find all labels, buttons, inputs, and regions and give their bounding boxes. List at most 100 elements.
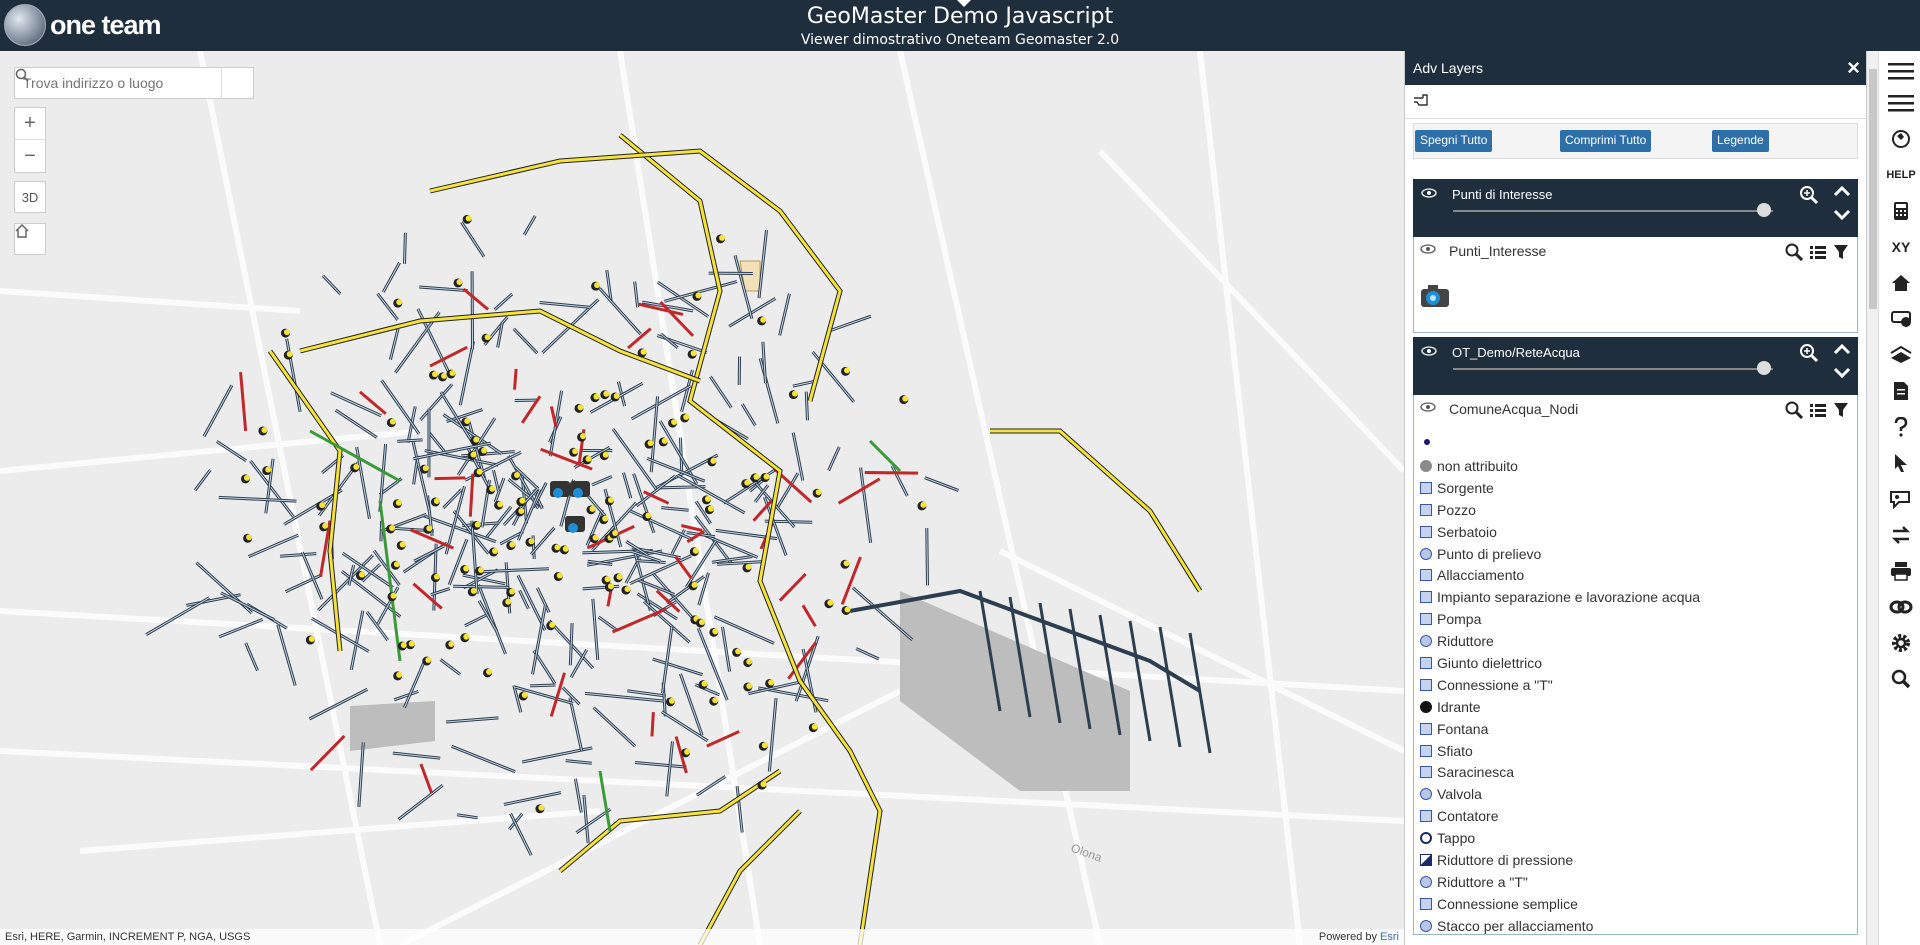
legend-item: Tappo [1414, 827, 1857, 849]
water-node-fill [432, 371, 439, 378]
help-button[interactable]: HELP [1886, 161, 1915, 189]
water-node-fill [690, 350, 697, 357]
legende-button[interactable]: Legende [1712, 130, 1769, 152]
opacity-slider-handle[interactable] [1757, 361, 1771, 375]
water-node-fill [753, 473, 760, 480]
legend-symbol-icon [1420, 766, 1432, 779]
water-node-fill [492, 548, 499, 555]
water-node-fill [261, 426, 268, 433]
map-canvas[interactable]: Olona [0, 51, 1404, 945]
legend-symbol-icon [1420, 569, 1432, 582]
water-node-fill [768, 679, 775, 686]
attribute-table-icon[interactable] [1809, 401, 1827, 419]
water-node-fill [481, 447, 488, 454]
close-panel-button[interactable]: × [1847, 55, 1860, 81]
trunk-main [619, 133, 882, 945]
zoom-to-layer-icon[interactable] [1785, 243, 1803, 261]
zoom-in-button[interactable]: + [15, 108, 45, 140]
settings-gear-icon[interactable] [1887, 629, 1915, 657]
question-icon[interactable] [1887, 413, 1915, 441]
zoom-to-layer-icon[interactable] [1799, 185, 1819, 205]
water-pipe-core [194, 469, 211, 491]
toggle-3d-button[interactable]: 3D [14, 181, 46, 213]
filter-icon[interactable] [1833, 401, 1849, 419]
water-pipe [1158, 626, 1182, 748]
filter-icon[interactable] [1833, 243, 1849, 261]
opacity-slider-handle[interactable] [1757, 203, 1771, 217]
annotation-icon[interactable] [1887, 485, 1915, 513]
pointer-icon[interactable] [1887, 449, 1915, 477]
layer-comuneacqua-nodi: ComuneAcqua_Nodi non attribuito Sorgente P… [1413, 395, 1858, 935]
camera-icon [1421, 285, 1449, 307]
link-icon[interactable] [1887, 593, 1915, 621]
water-node-fill [283, 329, 290, 336]
printer-icon[interactable] [1887, 557, 1915, 585]
pointing-hand-icon[interactable] [1413, 93, 1431, 107]
legend-item: Punto di prelievo [1414, 543, 1857, 565]
water-pipe-core [403, 658, 427, 708]
search-button[interactable] [15, 68, 253, 98]
water-pipe-core [592, 598, 599, 660]
layers-list-icon[interactable] [1887, 89, 1915, 117]
search-input[interactable] [15, 68, 221, 98]
water-node-fill [612, 530, 619, 537]
document-icon[interactable] [1887, 377, 1915, 405]
chevron-up-icon[interactable] [1833, 185, 1851, 197]
legend-item: Giunto dielettrico [1414, 652, 1857, 674]
xy-coordinates-button[interactable]: XY [1887, 233, 1915, 261]
layer-group-punti: Punti di Interesse [1413, 179, 1858, 237]
legend-label: Saracinesca [1437, 764, 1515, 781]
background-road [897, 51, 1103, 945]
map-attribution: Esri, HERE, Garmin, INCREMENT P, NGA, US… [0, 929, 1404, 945]
legend-item: Riduttore a "T" [1414, 871, 1857, 893]
group-name: OT_Demo/ReteAcqua [1452, 345, 1580, 360]
swap-icon[interactable] [1887, 521, 1915, 549]
zoom-to-layer-icon[interactable] [1785, 401, 1803, 419]
home-button[interactable] [14, 223, 46, 255]
water-node-fill [538, 804, 545, 811]
water-node-fill [843, 560, 850, 567]
layers-stack-icon[interactable] [1887, 341, 1915, 369]
print-layout-icon[interactable] [1887, 305, 1915, 333]
search-icon[interactable] [1887, 665, 1915, 693]
home-icon[interactable] [1887, 269, 1915, 297]
spegni-tutto-button[interactable]: Spegni Tutto [1415, 130, 1493, 152]
water-node-fill [701, 680, 708, 687]
attribute-table-icon[interactable] [1809, 243, 1827, 261]
globe-pin-icon[interactable] [1887, 125, 1915, 153]
water-node-fill [441, 372, 448, 379]
legend-label: Contatore [1437, 808, 1499, 825]
opacity-slider[interactable] [1453, 210, 1773, 212]
water-node-fill [476, 468, 483, 475]
chevron-up-icon[interactable] [1833, 343, 1851, 355]
opacity-slider[interactable] [1453, 368, 1773, 370]
group-name: Punti di Interesse [1452, 187, 1553, 202]
address-search[interactable] [14, 67, 254, 99]
legend-list: non attribuito Sorgente Pozzo Serbatoio Punt… [1414, 455, 1857, 934]
water-pipe [1128, 620, 1152, 742]
zoom-out-button[interactable]: − [15, 140, 45, 172]
eye-icon[interactable] [1420, 401, 1436, 413]
eye-icon[interactable] [1420, 243, 1436, 255]
menu-icon[interactable] [1887, 57, 1915, 85]
water-pipe-core [661, 711, 708, 742]
water-node-fill [243, 474, 250, 481]
water-node-fill [463, 633, 470, 640]
chevron-down-icon[interactable] [1833, 209, 1851, 221]
calculator-icon[interactable] [1887, 197, 1915, 225]
zoom-to-layer-icon[interactable] [1799, 343, 1819, 363]
esri-link[interactable]: Esri [1380, 931, 1399, 943]
eye-icon[interactable] [1421, 345, 1437, 357]
scrollbar-thumb[interactable] [1869, 69, 1877, 309]
legend-label: non attribuito [1437, 457, 1518, 474]
chevron-down-icon[interactable] [1833, 367, 1851, 379]
map-view[interactable]: Olona + − 3D Esri, HERE, Garmin, INCREME… [0, 51, 1404, 945]
water-pipe-red [419, 763, 434, 794]
layer-tools [1785, 401, 1849, 419]
comprimi-tutto-button[interactable]: Comprimi Tutto [1560, 130, 1652, 152]
eye-icon[interactable] [1421, 187, 1437, 199]
water-node-fill [607, 583, 614, 590]
water-node-fill [358, 571, 365, 578]
panel-scrollbar[interactable] [1867, 51, 1879, 945]
legend-item: Serbatoio [1414, 521, 1857, 543]
